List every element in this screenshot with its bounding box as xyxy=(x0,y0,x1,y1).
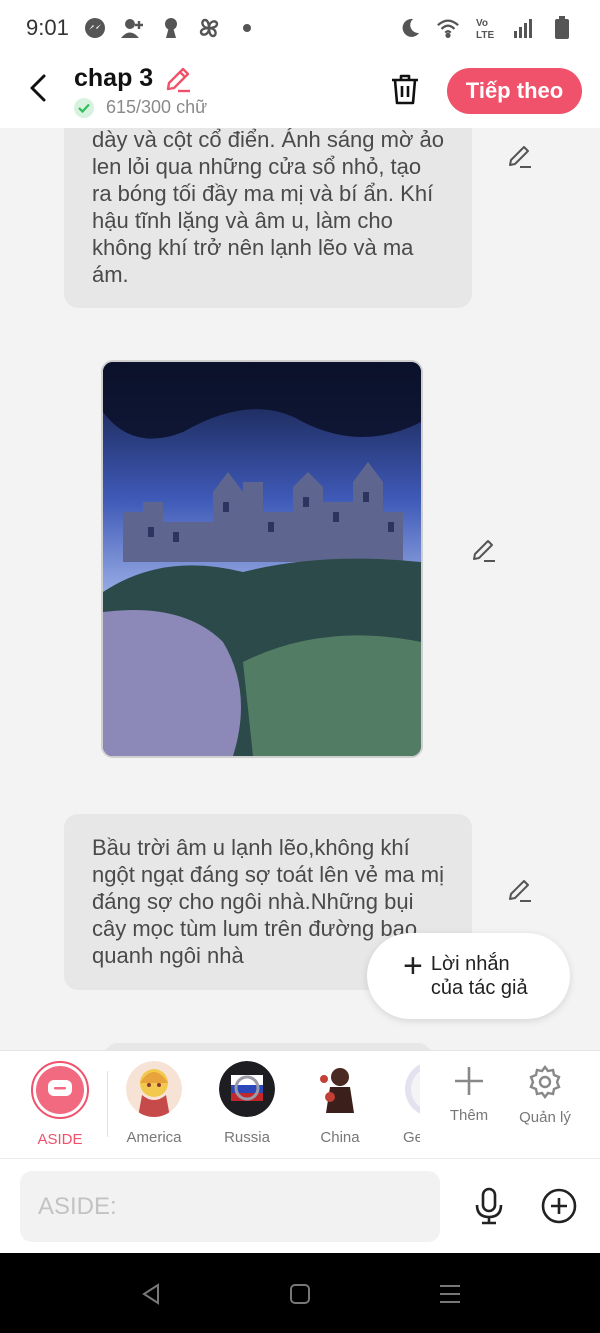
character-name: Ge xyxy=(403,1129,420,1146)
svg-text:LTE: LTE xyxy=(476,30,494,40)
story-text-bubble[interactable] xyxy=(104,1043,432,1050)
header: chap 3 615/300 chữ Tiếp theo xyxy=(0,56,600,128)
plus-icon xyxy=(455,1067,483,1095)
add-media-button[interactable] xyxy=(540,1187,578,1225)
story-image[interactable] xyxy=(101,360,423,758)
moon-icon xyxy=(398,16,422,40)
signal-icon xyxy=(512,16,536,40)
aside-avatar xyxy=(31,1061,89,1119)
dot-icon xyxy=(235,16,259,40)
author-note-label: Lời nhắn của tác giả xyxy=(430,953,528,999)
keyhole-icon xyxy=(159,16,183,40)
messenger-icon xyxy=(83,16,107,40)
back-arrow-icon xyxy=(30,74,46,102)
back-button[interactable] xyxy=(22,72,54,104)
mic-button[interactable] xyxy=(472,1187,506,1225)
plus-icon: + xyxy=(403,947,423,985)
plus-circle-icon xyxy=(541,1188,577,1224)
haunted-mansion-image xyxy=(103,362,421,756)
edit-title-icon[interactable] xyxy=(164,65,192,93)
menu-icon xyxy=(440,1285,460,1303)
character-name: China xyxy=(320,1129,360,1146)
title-group: chap 3 615/300 chữ xyxy=(74,64,207,118)
character-china[interactable]: China xyxy=(300,1061,380,1146)
avatar xyxy=(405,1061,420,1117)
square-home-icon xyxy=(290,1284,310,1304)
character-aside[interactable]: ASIDE xyxy=(20,1061,100,1148)
manage-label: Quản lý xyxy=(519,1109,571,1126)
word-count: 615/300 chữ xyxy=(106,97,208,117)
trash-icon xyxy=(392,74,418,105)
character-russia[interactable]: Russia xyxy=(207,1061,287,1146)
status-time: 9:01 xyxy=(26,15,69,40)
character-bar: ASIDE America Russia China Ge Thêm Quản … xyxy=(0,1050,600,1158)
delete-button[interactable] xyxy=(388,72,422,106)
author-note-button[interactable]: + Lời nhắn của tác giả xyxy=(367,933,570,1019)
character-name: America xyxy=(126,1129,182,1146)
edit-icon[interactable] xyxy=(506,142,534,170)
chat-bubble-icon xyxy=(48,1080,72,1096)
input-row xyxy=(0,1158,600,1253)
microphone-icon xyxy=(475,1187,503,1225)
system-nav-bar xyxy=(0,1253,600,1333)
nav-home-button[interactable] xyxy=(287,1281,313,1307)
add-person-icon xyxy=(120,16,145,40)
avatar xyxy=(312,1061,368,1117)
avatar xyxy=(126,1061,182,1117)
pinwheel-icon xyxy=(197,16,221,40)
character-ge[interactable]: Ge xyxy=(380,1061,420,1146)
nav-menu-button[interactable] xyxy=(437,1281,463,1307)
volte-icon: Vo LTE xyxy=(474,16,498,40)
word-count-row: 615/300 chữ xyxy=(74,97,207,118)
wifi-icon xyxy=(436,16,460,40)
check-icon xyxy=(74,97,94,118)
add-character-button[interactable]: Thêm xyxy=(434,1065,504,1124)
next-button[interactable]: Tiếp theo xyxy=(447,68,582,114)
bubble-text: dày và cột cổ điển. Ánh sáng mờ ảo len l… xyxy=(92,128,444,287)
story-text-bubble[interactable]: dày và cột cổ điển. Ánh sáng mờ ảo len l… xyxy=(64,128,472,308)
character-name: Russia xyxy=(224,1129,270,1146)
edit-icon[interactable] xyxy=(470,536,498,564)
divider xyxy=(107,1071,108,1137)
character-america[interactable]: America xyxy=(114,1061,194,1146)
message-input[interactable] xyxy=(20,1171,440,1242)
add-label: Thêm xyxy=(449,1107,489,1124)
manage-button[interactable]: Quản lý xyxy=(510,1065,580,1126)
svg-text:Vo: Vo xyxy=(476,18,488,29)
story-content[interactable]: dày và cột cổ điển. Ánh sáng mờ ảo len l… xyxy=(0,128,600,1050)
nav-back-button[interactable] xyxy=(138,1281,164,1307)
triangle-back-icon xyxy=(142,1283,159,1305)
status-bar: 9:01 Vo LTE xyxy=(0,0,600,56)
chapter-title: chap 3 xyxy=(74,64,154,92)
gear-icon xyxy=(529,1065,561,1099)
character-name: ASIDE xyxy=(37,1131,83,1148)
avatar xyxy=(219,1061,275,1117)
edit-icon[interactable] xyxy=(506,876,534,904)
battery-icon xyxy=(550,16,574,40)
